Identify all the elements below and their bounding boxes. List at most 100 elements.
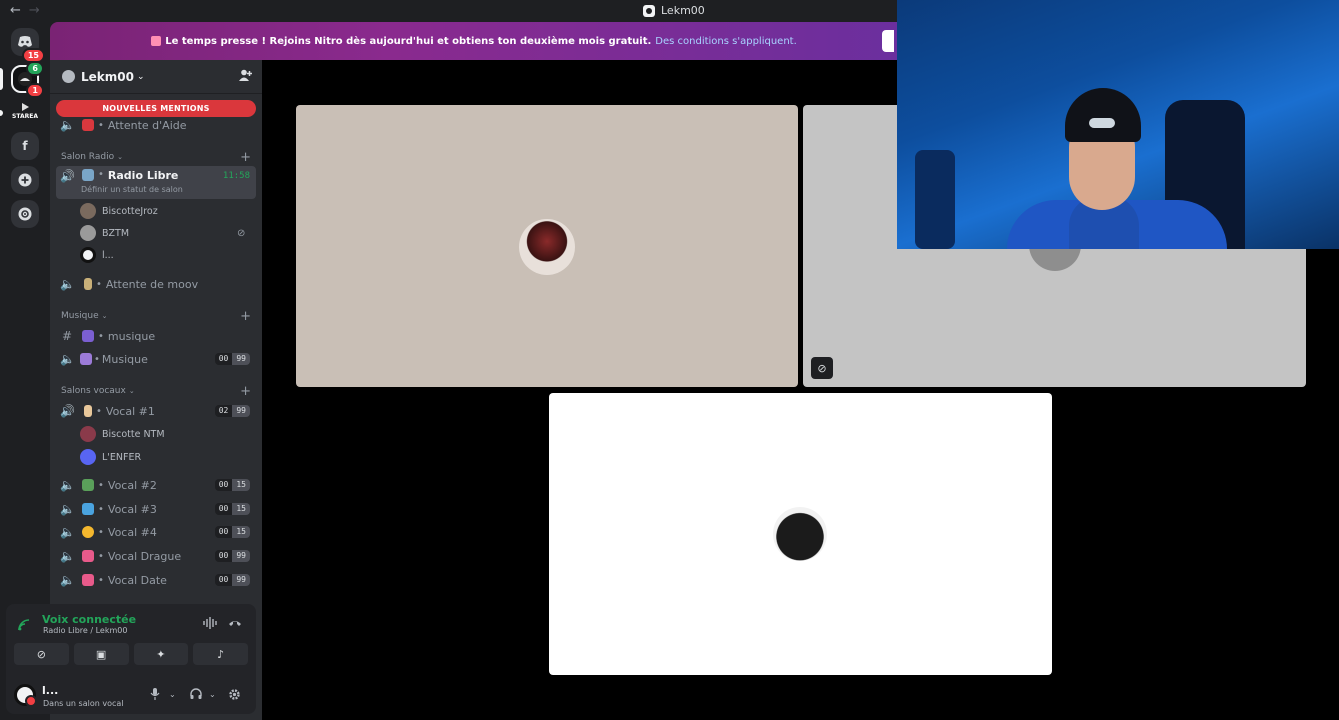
channel-name: Vocal Date [107, 573, 167, 587]
forward-arrow-icon[interactable]: → [29, 3, 40, 18]
gift-icon [151, 36, 162, 46]
channel-vocal-2[interactable]: 🔈 • Vocal #2 00 15 [56, 474, 256, 496]
guild-name: Lekm00 [81, 69, 134, 84]
headphones-icon[interactable] [190, 688, 202, 703]
chevron-down-icon: ⌄ [117, 153, 123, 161]
guild-badge-icon [62, 70, 75, 83]
unread-server-pill [0, 110, 3, 116]
channel-name: Vocal #4 [107, 525, 157, 539]
back-arrow-icon[interactable]: ← [10, 3, 21, 18]
channel-name: musique [107, 329, 156, 343]
user-limit-badge: 00 15 [214, 479, 250, 491]
server-f[interactable]: f [11, 132, 39, 160]
banner-terms-link[interactable]: Des conditions s'appliquent. [655, 36, 796, 47]
server-green-badge: 6 [26, 61, 44, 76]
voice-user[interactable]: BZTM ⊘ [80, 223, 245, 243]
signal-icon[interactable] [18, 619, 30, 634]
server-starea[interactable]: STAREA [11, 100, 39, 126]
participant-tile[interactable] [549, 393, 1052, 675]
beanie-logo [1089, 118, 1115, 128]
chevron-down-icon: ⌄ [101, 312, 108, 320]
voice-user-name: BZTM [102, 227, 130, 239]
soundboard-icon: ♪ [217, 647, 225, 661]
speaker-icon: 🔈 [60, 478, 75, 492]
share-screen-button[interactable]: ▣ [73, 643, 129, 665]
voice-channel-path[interactable]: Radio Libre / Lekm00 [43, 626, 127, 635]
speaker-icon: 🔈 [60, 549, 75, 563]
voice-user-name: L'ENFER [102, 451, 142, 463]
note-emoji-icon [80, 353, 92, 365]
channel-vocal-drague[interactable]: 🔈 • Vocal Drague 00 99 [56, 545, 256, 567]
palm-emoji-icon [82, 479, 94, 491]
guild-header[interactable]: Lekm00 ⌄ [50, 60, 262, 94]
voice-user[interactable]: BiscotteJroz [80, 201, 158, 221]
server-lekm00[interactable]: 6 1 [11, 61, 44, 98]
voice-user-name: l... [102, 249, 114, 261]
channel-musique-text[interactable]: # • musique [56, 325, 256, 347]
category-salons-vocaux[interactable]: Salons vocaux ⌄ + [61, 384, 251, 399]
user-name[interactable]: l... [42, 684, 58, 697]
sun-emoji-icon [82, 526, 94, 538]
participant-tile[interactable] [296, 105, 798, 387]
activities-button[interactable]: ✦ [133, 643, 189, 665]
channel-vocal-3[interactable]: 🔈 • Vocal #3 00 15 [56, 498, 256, 520]
voice-status-title[interactable]: Voix connectée [42, 613, 136, 626]
chevron-down-icon: ⌄ [136, 71, 145, 82]
disconnect-icon[interactable] [228, 617, 242, 631]
camera-off-icon: ⊘ [36, 647, 46, 661]
music-emoji-icon [82, 330, 94, 342]
user-panel: l... Dans un salon vocal ⌄ ⌄ [14, 682, 248, 710]
user-limit-badge: 00 99 [214, 550, 250, 562]
channel-vocal-4[interactable]: 🔈 • Vocal #4 00 15 [56, 521, 256, 543]
chevron-down-icon[interactable]: ⌄ [169, 690, 176, 699]
channel-attente-moov[interactable]: 🔈 • Attente de moov [56, 273, 256, 295]
activities-icon: ✦ [156, 647, 166, 661]
add-channel-icon[interactable]: + [240, 150, 251, 165]
channel-name: Musique [101, 352, 148, 366]
add-channel-icon[interactable]: + [240, 384, 251, 399]
channel-emoji-icon [84, 405, 92, 417]
invite-people-icon[interactable] [239, 69, 252, 85]
user-status: Dans un salon vocal [43, 699, 124, 708]
channel-musique-voice[interactable]: 🔈 • Musique 00 99 [56, 348, 256, 370]
channel-radio-libre[interactable]: 🔊 • Radio Libre 11:58 Définir un statut … [56, 166, 256, 199]
category-musique[interactable]: Musique ⌄ + [61, 309, 251, 324]
server-unread-badge: 1 [26, 83, 44, 98]
soundboard-button[interactable]: ♪ [193, 643, 248, 665]
speaker-icon: 🔊 [60, 404, 75, 418]
avatar [80, 225, 96, 241]
microphone-icon[interactable] [150, 688, 160, 703]
avatar[interactable] [14, 684, 37, 707]
add-server-button[interactable] [11, 166, 39, 194]
category-salon-radio[interactable]: Salon Radio ⌄ + [61, 150, 251, 165]
discover-button[interactable] [11, 200, 39, 228]
channel-name: Vocal #3 [107, 502, 157, 516]
channel-vocal-1[interactable]: 🔊 • Vocal #1 02 99 [56, 400, 256, 422]
add-channel-icon[interactable]: + [240, 309, 251, 324]
set-channel-status[interactable]: Définir un statut de salon [81, 185, 183, 194]
voice-user[interactable]: l... [80, 245, 114, 265]
guild-icon [643, 4, 655, 17]
camera-off-button[interactable]: ⊘ [14, 643, 69, 665]
user-limit-badge: 00 99 [214, 574, 250, 586]
voice-user[interactable]: Biscotte NTM [80, 424, 165, 444]
server-f-label: f [22, 139, 28, 153]
channel-attente-aide[interactable]: 🔈 • Attente d'Aide [56, 114, 256, 136]
muted-mic-icon: ⊘ [811, 357, 833, 379]
person-beanie [1065, 88, 1141, 142]
user-limit-badge: 00 15 [214, 503, 250, 515]
channel-vocal-date[interactable]: 🔈 • Vocal Date 00 99 [56, 569, 256, 591]
gear-icon[interactable] [228, 688, 241, 704]
banner-text: Le temps presse ! Rejoins Nitro dès aujo… [165, 35, 652, 47]
chevron-down-icon[interactable]: ⌄ [209, 690, 216, 699]
banner-cta-button[interactable] [882, 30, 894, 52]
heart-emoji-icon [82, 550, 94, 562]
direct-messages-button[interactable]: 15 [11, 28, 45, 63]
active-server-pill [0, 68, 3, 90]
nitro-promo-banner: Le temps presse ! Rejoins Nitro dès aujo… [50, 22, 898, 60]
voice-user[interactable]: L'ENFER [80, 447, 141, 467]
noise-suppression-icon[interactable] [203, 617, 217, 632]
speaker-icon: 🔈 [60, 573, 75, 587]
speaker-icon: 🔈 [60, 502, 75, 516]
speaker-icon: 🔈 [60, 525, 75, 539]
